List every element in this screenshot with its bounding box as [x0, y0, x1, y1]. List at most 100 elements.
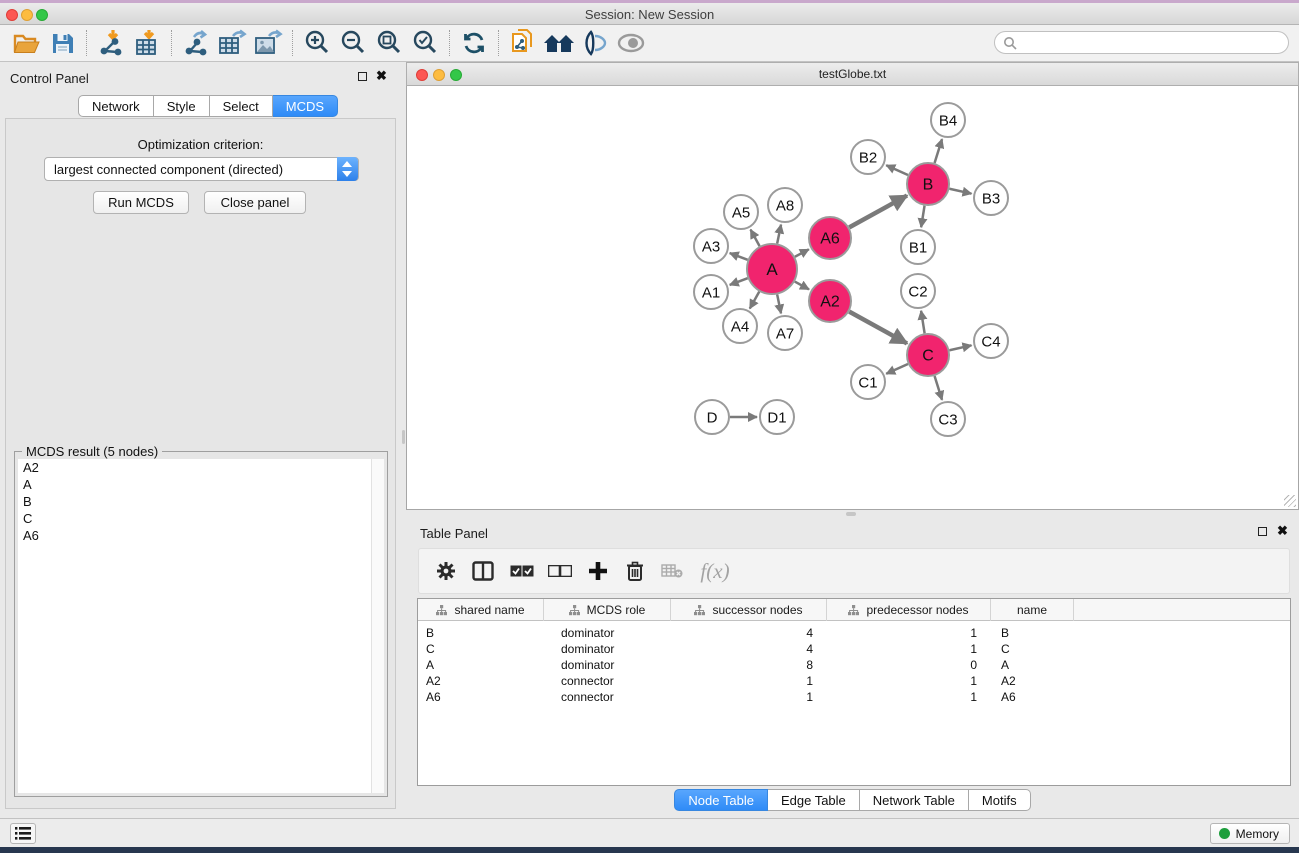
zoom-in-icon[interactable] [299, 27, 335, 59]
result-list-item[interactable]: C [18, 510, 384, 527]
result-list-item[interactable]: A2 [18, 459, 384, 476]
table-cell[interactable]: 4 [671, 641, 827, 657]
graph-edge[interactable] [751, 230, 760, 247]
graph-edge[interactable] [949, 189, 971, 194]
horizontal-splitter[interactable] [406, 510, 1299, 518]
graph-node[interactable]: C4 [974, 324, 1008, 358]
save-session-icon[interactable] [44, 27, 80, 59]
graph-edge[interactable] [935, 376, 942, 400]
graph-node[interactable]: A3 [694, 229, 728, 263]
table-cell[interactable]: A6 [418, 689, 544, 705]
deselect-all-icon[interactable] [541, 556, 579, 586]
table-cell[interactable]: 4 [671, 625, 827, 641]
run-mcds-button[interactable]: Run MCDS [93, 191, 189, 214]
tab-network-table[interactable]: Network Table [860, 789, 969, 811]
splitter-grip[interactable] [846, 512, 856, 516]
home-icon[interactable] [541, 27, 577, 59]
graph-node[interactable]: A5 [724, 195, 758, 229]
export-image-icon[interactable] [250, 27, 286, 59]
graph-node[interactable]: A6 [809, 217, 851, 259]
graph-node[interactable]: B1 [901, 230, 935, 264]
open-file-icon[interactable] [8, 27, 44, 59]
tab-mcds[interactable]: MCDS [273, 95, 338, 117]
close-panel-button[interactable]: Close panel [204, 191, 306, 214]
graph-node[interactable]: A4 [723, 309, 757, 343]
table-settings-icon[interactable] [429, 556, 463, 586]
splitter-grip[interactable] [402, 430, 405, 444]
column-header-shared-name[interactable]: shared name [418, 599, 544, 621]
network-canvas[interactable]: B4B2BB3A8A5A6B1A3AC2A1A2A4A7C4CC1DD1C3 [406, 86, 1299, 510]
tab-node-table[interactable]: Node Table [674, 789, 768, 811]
graph-node[interactable]: A [747, 244, 797, 294]
column-header-predecessor-nodes[interactable]: predecessor nodes [827, 599, 991, 621]
column-header-mcds-role[interactable]: MCDS role [544, 599, 671, 621]
search-field[interactable] [1017, 36, 1288, 50]
table-cell[interactable]: dominator [544, 625, 671, 641]
table-cell[interactable]: 8 [671, 657, 827, 673]
graph-edge[interactable] [921, 206, 924, 228]
task-list-button[interactable] [10, 823, 36, 844]
tab-motifs[interactable]: Motifs [969, 789, 1031, 811]
table-cell[interactable]: A6 [991, 689, 1074, 705]
table-cell[interactable]: 1 [827, 625, 991, 641]
network-graph[interactable]: B4B2BB3A8A5A6B1A3AC2A1A2A4A7C4CC1DD1C3 [407, 86, 1298, 508]
table-cell[interactable]: C [418, 641, 544, 657]
graph-node[interactable]: A8 [768, 188, 802, 222]
table-cell[interactable]: connector [544, 673, 671, 689]
graph-node[interactable]: C3 [931, 402, 965, 436]
graphics-details-icon[interactable] [577, 27, 613, 59]
graph-node[interactable]: B3 [974, 181, 1008, 215]
graph-node[interactable]: D1 [760, 400, 794, 434]
table-cell[interactable]: 1 [827, 689, 991, 705]
table-cell[interactable]: 1 [671, 673, 827, 689]
select-all-icon[interactable] [503, 556, 541, 586]
refresh-view-icon[interactable] [456, 27, 492, 59]
graph-edge[interactable] [935, 139, 942, 163]
zoom-fit-icon[interactable] [371, 27, 407, 59]
column-header-name[interactable]: name [991, 599, 1074, 621]
graph-node[interactable]: A2 [809, 280, 851, 322]
graph-edge[interactable] [795, 282, 809, 290]
memory-button[interactable]: Memory [1210, 823, 1290, 844]
result-list-item[interactable]: A6 [18, 527, 384, 544]
graph-node[interactable]: A1 [694, 275, 728, 309]
table-row[interactable]: A2connector11A2 [418, 673, 1290, 689]
float-panel-icon[interactable] [1258, 527, 1267, 536]
add-column-icon[interactable] [579, 556, 617, 586]
result-list-item[interactable]: A [18, 476, 384, 493]
table-cell[interactable]: 1 [671, 689, 827, 705]
graph-edge[interactable] [777, 294, 781, 313]
graph-edge[interactable] [777, 225, 781, 244]
table-cell[interactable]: dominator [544, 641, 671, 657]
table-row[interactable]: Cdominator41C [418, 641, 1290, 657]
graph-edge[interactable] [730, 278, 748, 285]
graph-node[interactable]: C [907, 334, 949, 376]
scrollbar-track[interactable] [371, 459, 384, 793]
search-input[interactable] [994, 31, 1289, 54]
graph-edge[interactable] [886, 165, 908, 175]
tab-style[interactable]: Style [154, 95, 210, 117]
column-view-icon[interactable] [463, 556, 503, 586]
table-row[interactable]: Adominator80A [418, 657, 1290, 673]
table-cell[interactable]: B [991, 625, 1074, 641]
graph-edge[interactable] [949, 345, 971, 350]
delete-table-icon[interactable] [653, 556, 691, 586]
table-cell[interactable]: A2 [418, 673, 544, 689]
table-cell[interactable]: B [418, 625, 544, 641]
table-cell[interactable]: A2 [991, 673, 1074, 689]
delete-column-icon[interactable] [617, 556, 653, 586]
tab-network[interactable]: Network [78, 95, 154, 117]
table-cell[interactable]: A [418, 657, 544, 673]
graph-node[interactable]: B4 [931, 103, 965, 137]
network-window-titlebar[interactable]: testGlobe.txt [406, 62, 1299, 86]
graph-edge[interactable] [849, 312, 907, 344]
graph-node[interactable]: B [907, 163, 949, 205]
table-row[interactable]: Bdominator41B [418, 625, 1290, 641]
table-cell[interactable]: dominator [544, 657, 671, 673]
graph-node[interactable]: C1 [851, 365, 885, 399]
clone-network-icon[interactable] [505, 27, 541, 59]
zoom-out-icon[interactable] [335, 27, 371, 59]
table-cell[interactable]: connector [544, 689, 671, 705]
graph-edge[interactable] [886, 364, 908, 374]
graph-edge[interactable] [750, 292, 759, 309]
